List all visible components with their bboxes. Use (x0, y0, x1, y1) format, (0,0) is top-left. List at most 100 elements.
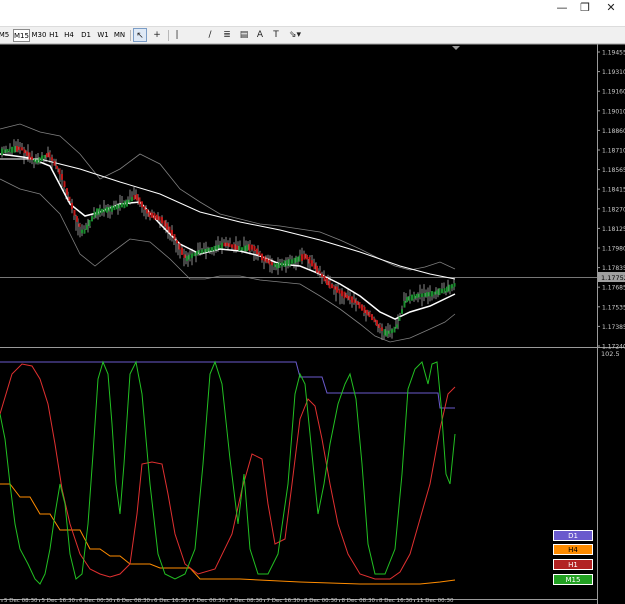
toolbar-separator (130, 30, 131, 41)
chart-window[interactable]: 1.19455 1.19310 1.19160 1.19010 1.18860 1.187… (0, 44, 625, 604)
bear-candle (381, 327, 383, 331)
bear-candle (133, 195, 136, 200)
price-bars-grey (1, 139, 455, 340)
time-label: 6 Dec 16:30 (154, 598, 188, 604)
bear-candle (181, 247, 183, 255)
bear-candle (321, 273, 323, 278)
legend-d1-label: D1 (568, 532, 578, 540)
bull-candle (103, 208, 106, 213)
shapes-icon[interactable]: ⇘▾ (286, 28, 304, 42)
restore-button[interactable]: ❐ (572, 0, 598, 16)
bull-candle (273, 263, 276, 267)
bear-candle (151, 212, 153, 218)
chart-shift-marker-icon[interactable] (452, 46, 460, 50)
bear-candle (166, 223, 168, 230)
time-label: 7 Dec 00:30 (192, 598, 226, 604)
bull-candle (106, 207, 108, 213)
channel-icon[interactable]: ▤ (237, 28, 251, 42)
bull-candle (428, 292, 431, 297)
bear-candle (28, 152, 31, 160)
bear-candle (351, 296, 353, 303)
bull-candle (43, 155, 46, 159)
timeframe-m5[interactable]: M5 (0, 29, 11, 42)
bear-candle (173, 234, 176, 240)
bear-candle (326, 278, 328, 285)
bear-candle (308, 257, 311, 264)
bull-candle (448, 284, 451, 292)
timeframe-d1[interactable]: D1 (80, 29, 92, 42)
legend-h1[interactable]: H1 (553, 559, 593, 570)
close-button[interactable]: ✕ (598, 0, 624, 16)
bull-candle (383, 329, 386, 336)
bull-candle (386, 330, 388, 337)
d1-line (0, 361, 455, 409)
bear-candle (353, 299, 356, 303)
vertical-line-icon[interactable]: | (171, 28, 183, 42)
timeframe-mn[interactable]: MN (112, 29, 127, 42)
time-label: 6 Dec 08:30 (117, 598, 151, 604)
bear-candle (371, 314, 373, 320)
bull-candle (38, 157, 41, 163)
bull-candle (96, 208, 98, 216)
bull-candle (108, 207, 111, 212)
chart-toolbar: M5 M15 M30 H1 H4 D1 W1 MN ↖ + | / ≣ ▤ A … (0, 26, 625, 44)
bear-candle (263, 256, 266, 262)
indicator-panel[interactable]: 102.5 (0, 350, 620, 585)
bear-candle (53, 160, 56, 166)
bull-candle (188, 254, 191, 260)
bear-candle (78, 223, 81, 227)
cursor-icon[interactable]: ↖ (133, 28, 147, 42)
bear-candle (153, 213, 156, 220)
bull-candle (33, 159, 36, 163)
moving-average-fast-line (0, 153, 456, 320)
bull-candle (296, 256, 298, 263)
bull-candle (198, 249, 201, 254)
bear-candle (68, 196, 71, 201)
timeframe-m15[interactable]: M15 (13, 29, 30, 42)
price-label: 1.19010 (602, 108, 625, 115)
bear-candle (358, 302, 361, 309)
moving-average-slow-line (0, 158, 456, 280)
bear-candle (178, 243, 181, 250)
bear-candle (306, 254, 308, 260)
bull-candle (13, 146, 16, 153)
label-icon[interactable]: T (270, 28, 282, 42)
bear-candle (336, 286, 338, 293)
chart-canvas[interactable]: 1.19455 1.19310 1.19160 1.19010 1.18860 1.187… (0, 44, 625, 604)
bull-candle (276, 263, 278, 269)
bull-candle (446, 286, 448, 293)
timeframe-h1[interactable]: H1 (48, 29, 60, 42)
timeframe-w1[interactable]: W1 (96, 29, 110, 42)
bull-candle (211, 247, 213, 252)
timeframe-h4[interactable]: H4 (63, 29, 75, 42)
legend-d1[interactable]: D1 (553, 530, 593, 541)
trendline-icon[interactable]: / (204, 28, 216, 42)
time-label: 8 Dec 08:30 (342, 598, 376, 604)
timeframe-m30[interactable]: M30 (31, 29, 47, 42)
fibonacci-icon[interactable]: ≣ (220, 28, 234, 42)
bear-candle (373, 318, 376, 322)
text-icon[interactable]: A (254, 28, 266, 42)
bear-candle (183, 254, 186, 258)
bull-candle (216, 245, 218, 250)
bull-candle (388, 330, 391, 334)
bear-candle (63, 181, 66, 188)
bull-candle (246, 244, 248, 252)
bear-candle (233, 244, 236, 250)
bear-candle (251, 244, 253, 250)
bull-candle (186, 256, 188, 261)
bull-candle (121, 203, 123, 208)
legend-m15[interactable]: M15 (553, 574, 593, 585)
envelope-lower-line (0, 178, 456, 343)
bear-candle (223, 242, 226, 247)
price-panel[interactable] (0, 44, 625, 604)
bull-candle (83, 229, 86, 234)
bull-candle (396, 324, 398, 328)
bull-candle (408, 296, 411, 302)
bull-candle (201, 249, 203, 254)
current-price-tag: 1.17752 (598, 272, 625, 282)
bull-candle (8, 148, 11, 152)
crosshair-icon[interactable]: + (150, 28, 164, 42)
bear-candle (146, 209, 148, 214)
legend-h4[interactable]: H4 (553, 544, 593, 555)
